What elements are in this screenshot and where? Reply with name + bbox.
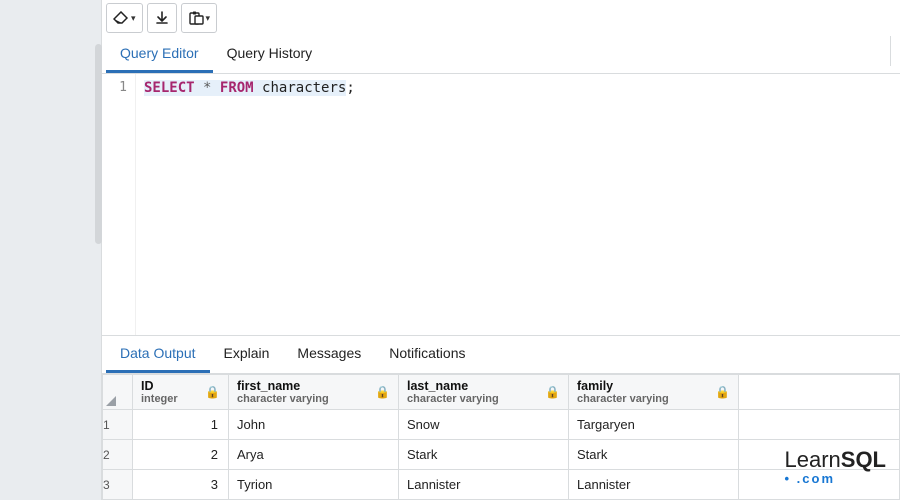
row-number: 3 bbox=[103, 470, 133, 500]
download-button[interactable] bbox=[147, 3, 177, 33]
cell-empty bbox=[739, 440, 900, 470]
sql-keyword: SELECT bbox=[144, 80, 195, 96]
column-name: first_name bbox=[237, 379, 390, 393]
tab-data-output[interactable]: Data Output bbox=[106, 336, 210, 373]
cell-id[interactable]: 3 bbox=[133, 470, 229, 500]
cell-empty bbox=[739, 410, 900, 440]
chevron-down-icon: ▾ bbox=[206, 13, 211, 24]
column-header-family[interactable]: family character varying 🔒 bbox=[569, 375, 739, 410]
cell-family[interactable]: Stark bbox=[569, 440, 739, 470]
download-icon bbox=[155, 11, 169, 25]
editor-scrollbar[interactable] bbox=[95, 44, 102, 244]
column-header-last-name[interactable]: last_name character varying 🔒 bbox=[399, 375, 569, 410]
column-header-first-name[interactable]: first_name character varying 🔒 bbox=[229, 375, 399, 410]
tab-notifications[interactable]: Notifications bbox=[375, 336, 479, 373]
column-type: character varying bbox=[237, 393, 390, 405]
paste-button[interactable]: ▾ bbox=[181, 3, 218, 33]
cell-id[interactable]: 2 bbox=[133, 440, 229, 470]
main-panel: ▾ ▾ Query Editor Query History 1 bbox=[102, 0, 900, 500]
select-all-triangle-icon bbox=[106, 396, 116, 406]
output-tabs: Data Output Explain Messages Notificatio… bbox=[102, 336, 900, 374]
output-panel: Data Output Explain Messages Notificatio… bbox=[102, 335, 900, 500]
lock-icon: 🔒 bbox=[545, 385, 560, 399]
tab-messages[interactable]: Messages bbox=[283, 336, 375, 373]
tab-query-history[interactable]: Query History bbox=[213, 36, 327, 73]
editor-tabs: Query Editor Query History bbox=[102, 36, 900, 74]
table-row[interactable]: 2 2 Arya Stark Stark bbox=[103, 440, 900, 470]
cell-id[interactable]: 1 bbox=[133, 410, 229, 440]
cell-first-name[interactable]: John bbox=[229, 410, 399, 440]
erase-button[interactable]: ▾ bbox=[106, 3, 143, 33]
panel-divider[interactable] bbox=[890, 36, 900, 66]
left-sidebar bbox=[0, 0, 102, 500]
cell-first-name[interactable]: Arya bbox=[229, 440, 399, 470]
cell-empty bbox=[739, 470, 900, 500]
table-row[interactable]: 1 1 John Snow Targaryen bbox=[103, 410, 900, 440]
row-number: 1 bbox=[103, 410, 133, 440]
chevron-down-icon: ▾ bbox=[131, 13, 136, 24]
cell-last-name[interactable]: Stark bbox=[399, 440, 569, 470]
table-row[interactable]: 3 3 Tyrion Lannister Lannister bbox=[103, 470, 900, 500]
column-type: character varying bbox=[577, 393, 730, 405]
sql-identifier: characters bbox=[262, 80, 346, 96]
line-number: 1 bbox=[102, 80, 127, 95]
query-editor[interactable]: 1 SELECT * FROM characters; bbox=[102, 74, 900, 335]
line-gutter: 1 bbox=[102, 74, 136, 335]
sql-star: * bbox=[203, 80, 211, 96]
column-type: character varying bbox=[407, 393, 560, 405]
sql-semicolon: ; bbox=[346, 80, 354, 96]
column-name: family bbox=[577, 379, 730, 393]
tab-query-editor[interactable]: Query Editor bbox=[106, 36, 213, 73]
row-number-header[interactable] bbox=[103, 375, 133, 410]
column-header-id[interactable]: ID integer 🔒 bbox=[133, 375, 229, 410]
sql-keyword: FROM bbox=[220, 80, 254, 96]
cell-family[interactable]: Lannister bbox=[569, 470, 739, 500]
cell-first-name[interactable]: Tyrion bbox=[229, 470, 399, 500]
eraser-icon bbox=[113, 11, 129, 25]
lock-icon: 🔒 bbox=[715, 385, 730, 399]
cell-last-name[interactable]: Snow bbox=[399, 410, 569, 440]
lock-icon: 🔒 bbox=[375, 385, 390, 399]
code-area[interactable]: SELECT * FROM characters; bbox=[136, 74, 900, 335]
row-number: 2 bbox=[103, 440, 133, 470]
toolbar: ▾ ▾ bbox=[102, 0, 900, 36]
cell-family[interactable]: Targaryen bbox=[569, 410, 739, 440]
cell-last-name[interactable]: Lannister bbox=[399, 470, 569, 500]
app-root: ▾ ▾ Query Editor Query History 1 bbox=[0, 0, 900, 500]
table-header-row: ID integer 🔒 first_name character varyin… bbox=[103, 375, 900, 410]
clipboard-icon bbox=[188, 11, 204, 25]
lock-icon: 🔒 bbox=[205, 385, 220, 399]
results-table: ID integer 🔒 first_name character varyin… bbox=[102, 374, 900, 500]
tab-explain[interactable]: Explain bbox=[210, 336, 284, 373]
column-name: last_name bbox=[407, 379, 560, 393]
column-header-empty bbox=[739, 375, 900, 410]
